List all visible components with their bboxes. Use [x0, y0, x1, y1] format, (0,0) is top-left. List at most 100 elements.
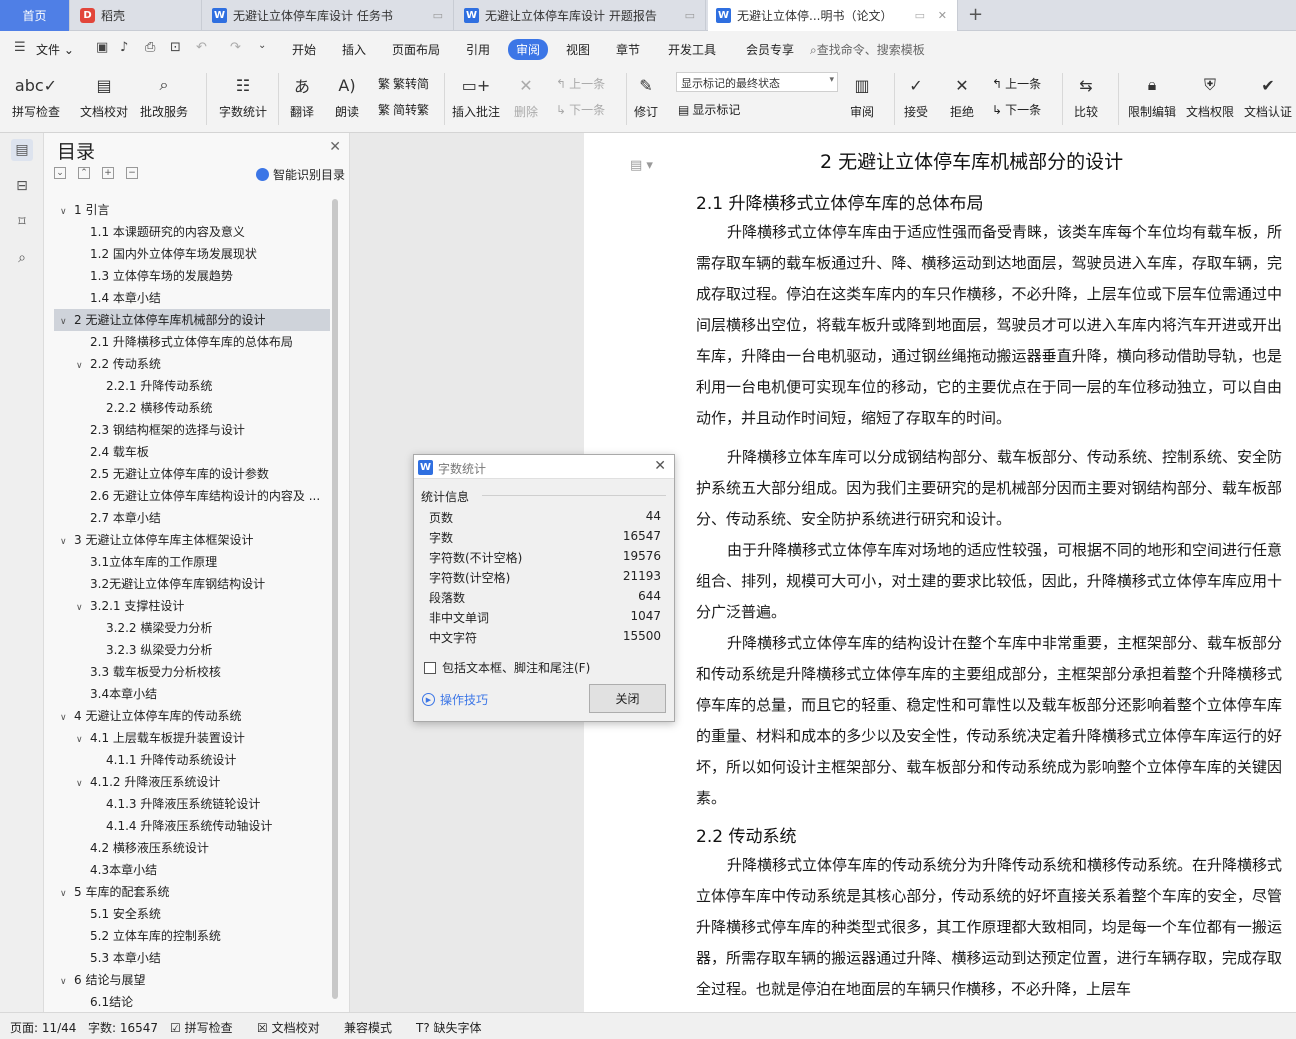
toc-item[interactable]: 5.3 本章小结	[54, 947, 330, 969]
bookmark-icon[interactable]: ⌑	[11, 211, 33, 233]
chevron-down-icon[interactable]: ∨	[60, 531, 74, 551]
page-options-icon[interactable]: ▤ ▾	[630, 158, 653, 173]
doc-permission-button[interactable]: ⛨ 文档权限	[1186, 71, 1234, 120]
tab-home[interactable]: 首页	[0, 0, 70, 31]
toc-item[interactable]: ∨ 3 无避让立体停车库主体框架设计	[54, 529, 330, 551]
toc-item[interactable]: 2.4 载车板	[54, 441, 330, 463]
toc-icon[interactable]: ▤	[11, 139, 33, 161]
toc-item[interactable]: ∨ 3.2.1 支撑柱设计	[54, 595, 330, 617]
add-heading-icon[interactable]: +	[102, 167, 114, 179]
chevron-down-icon[interactable]: ∨	[76, 597, 90, 617]
toc-item[interactable]: ∨ 4.1.2 升降液压系统设计	[54, 771, 330, 793]
menu-member[interactable]: 会员专享	[746, 41, 794, 58]
collapse-up-icon[interactable]: ⌃	[78, 167, 90, 179]
next-change-button[interactable]: ↳ 下一条	[992, 101, 1041, 118]
translate-button[interactable]: あ翻译	[288, 71, 316, 120]
word-count-button[interactable]: ☷ 字数统计	[219, 71, 267, 120]
toc-item[interactable]: 1.4 本章小结	[54, 287, 330, 309]
prev-comment-button[interactable]: ↰ 上一条	[556, 75, 605, 92]
menu-layout[interactable]: 页面布局	[392, 41, 440, 58]
toc-item[interactable]: ∨ 4.1 上层载车板提升装置设计	[54, 727, 330, 749]
redo-icon[interactable]: ↷	[230, 40, 241, 55]
close-icon[interactable]: ✕	[329, 139, 341, 155]
toc-item[interactable]: 4.1.1 升降传动系统设计	[54, 749, 330, 771]
close-icon[interactable]: ✕	[654, 458, 666, 474]
doc-proof-button[interactable]: ▤ 文档校对	[80, 71, 128, 120]
tab-thesis-doc[interactable]: W 无避让立体停...明书（论文） ▭ ✕	[708, 0, 958, 31]
menu-insert[interactable]: 插入	[342, 41, 366, 58]
undo-icon[interactable]: ↶	[196, 40, 207, 55]
revise-button[interactable]: ✎ 修订	[632, 71, 660, 120]
toc-item[interactable]: 4.3本章小结	[54, 859, 330, 881]
toc-scrollbar[interactable]	[332, 199, 338, 999]
chevron-down-icon[interactable]: ∨	[76, 773, 90, 793]
toc-item[interactable]: 4.1.3 升降液压系统链轮设计	[54, 793, 330, 815]
print-icon[interactable]: ⎙	[145, 40, 155, 55]
tips-link[interactable]: ▶ 操作技巧	[422, 691, 488, 708]
toc-item[interactable]: ∨ 1 引言	[54, 199, 330, 221]
new-tab-icon[interactable]: +	[968, 4, 983, 25]
chevron-down-icon[interactable]: ∨	[60, 707, 74, 727]
expand-down-icon[interactable]: ⌄	[54, 167, 66, 179]
toc-item[interactable]: ∨ 4 无避让立体停车库的传动系统	[54, 705, 330, 727]
chapter-nav-icon[interactable]: ⊟	[11, 175, 33, 197]
chevron-down-icon[interactable]: ∨	[60, 971, 74, 991]
chevron-down-icon[interactable]: ∨	[76, 729, 90, 749]
chevron-down-icon[interactable]: ∨	[76, 355, 90, 375]
prev-change-button[interactable]: ↰ 上一条	[992, 75, 1041, 92]
command-search[interactable]: ⌕查找命令、搜索模板	[810, 41, 925, 58]
toc-item[interactable]: 5.2 立体车库的控制系统	[54, 925, 330, 947]
delete-comment-button[interactable]: ✕ 删除	[512, 71, 540, 120]
toc-item[interactable]: 2.5 无避让立体停车库的设计参数	[54, 463, 330, 485]
missing-font-status[interactable]: T? 缺失字体	[416, 1019, 482, 1036]
close-button[interactable]: 关闭	[589, 684, 666, 713]
toc-item[interactable]: 2.2.1 升降传动系统	[54, 375, 330, 397]
doc-proof-status[interactable]: ☒ 文档校对	[257, 1019, 320, 1036]
read-aloud-button[interactable]: A) 朗读	[333, 71, 361, 120]
toc-item[interactable]: 3.1立体车库的工作原理	[54, 551, 330, 573]
chevron-down-icon[interactable]: ∨	[60, 311, 74, 331]
doc-certify-button[interactable]: ✔ 文档认证	[1244, 71, 1292, 120]
menu-chapter[interactable]: 章节	[616, 41, 640, 58]
toc-item[interactable]: 4.1.4 升降液压系统传动轴设计	[54, 815, 330, 837]
toc-item[interactable]: 2.7 本章小结	[54, 507, 330, 529]
reject-button[interactable]: ✕ 拒绝	[948, 71, 976, 120]
spell-check-button[interactable]: abc✓ 拼写检查	[12, 71, 60, 120]
markup-state-select[interactable]: 显示标记的最终状态 ▾	[676, 72, 838, 92]
menu-review[interactable]: 审阅	[508, 39, 549, 60]
toc-item[interactable]: 2.1 升降横移式立体停车库的总体布局	[54, 331, 330, 353]
menu-reference[interactable]: 引用	[466, 41, 490, 58]
toc-item[interactable]: 2.2.2 横移传动系统	[54, 397, 330, 419]
save-icon[interactable]: ▣	[96, 40, 108, 55]
toc-item[interactable]: ∨ 6 结论与展望	[54, 969, 330, 991]
toc-item[interactable]: 3.2.2 横梁受力分析	[54, 617, 330, 639]
insert-comment-button[interactable]: ▭+ 插入批注	[452, 71, 500, 120]
toc-item[interactable]: 1.1 本课题研究的内容及意义	[54, 221, 330, 243]
s2t-button[interactable]: 繁简转繁	[378, 101, 429, 118]
dropdown-icon[interactable]: ⌄	[258, 40, 266, 51]
toc-item[interactable]: ∨ 5 车库的配套系统	[54, 881, 330, 903]
toc-item[interactable]: 3.2.3 纵梁受力分析	[54, 639, 330, 661]
accept-button[interactable]: ✓ 接受	[902, 71, 930, 120]
toc-item[interactable]: 6.1结论	[54, 991, 330, 1013]
compare-button[interactable]: ⇆ 比较	[1072, 71, 1100, 120]
toc-item[interactable]: 2.3 钢结构框架的选择与设计	[54, 419, 330, 441]
hamburger-icon[interactable]: ☰	[14, 40, 26, 55]
show-markup-button[interactable]: ▤ 显示标记	[678, 101, 740, 118]
toc-item[interactable]: 3.3 载车板受力分析校核	[54, 661, 330, 683]
close-icon[interactable]: ✕	[938, 9, 947, 22]
tab-proposal-doc[interactable]: W 无避让立体停车库设计 开题报告 ▭	[456, 0, 706, 31]
dialog-titlebar[interactable]: W 字数统计 ✕	[414, 455, 674, 479]
toc-item[interactable]: 3.2无避让立体停车库钢结构设计	[54, 573, 330, 595]
batch-service-button[interactable]: ⌕ 批改服务	[140, 71, 188, 120]
toc-item[interactable]: 3.4本章小结	[54, 683, 330, 705]
smart-toc-button[interactable]: 智能识别目录	[256, 166, 345, 183]
page-indicator[interactable]: 页面: 11/44	[10, 1019, 76, 1036]
menu-developer[interactable]: 开发工具	[668, 41, 716, 58]
menu-file[interactable]: 文件 ⌄	[36, 41, 74, 58]
toc-item[interactable]: 5.1 安全系统	[54, 903, 330, 925]
spell-check-status[interactable]: ☑ 拼写检查	[170, 1019, 233, 1036]
remove-heading-icon[interactable]: −	[126, 167, 138, 179]
preview-icon[interactable]: ⊡	[170, 40, 181, 55]
search-icon[interactable]: ⌕	[11, 247, 33, 269]
